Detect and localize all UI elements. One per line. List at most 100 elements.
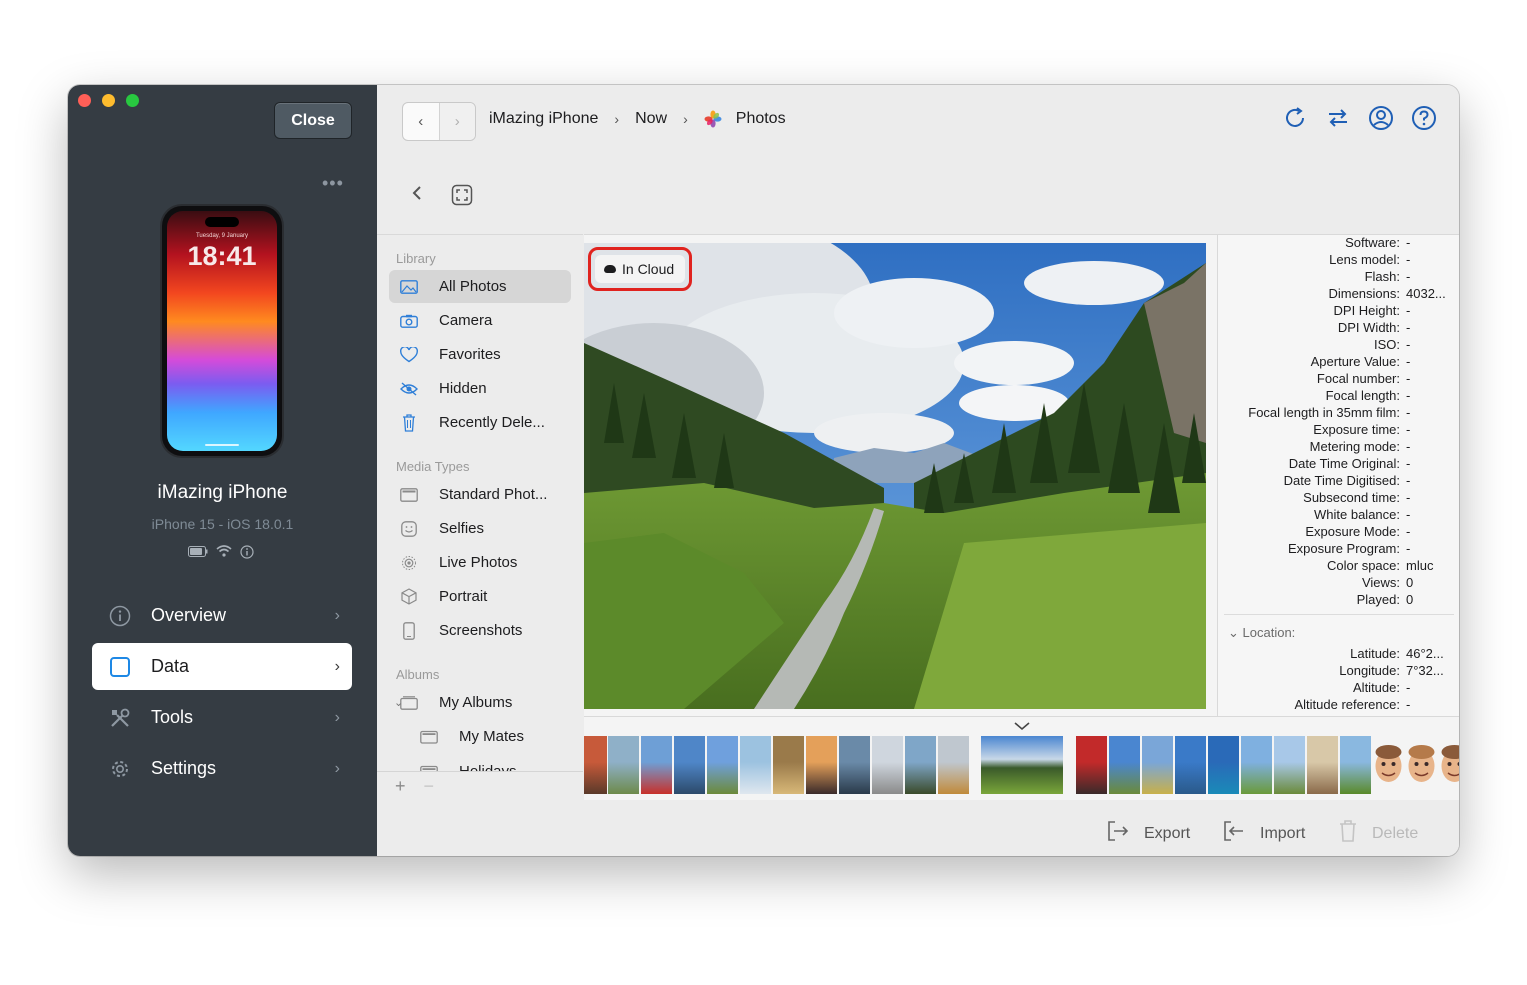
photo-thumbnail[interactable]: [905, 736, 936, 794]
metadata-row: Views: 0: [1218, 575, 1459, 592]
import-button[interactable]: Import: [1222, 819, 1305, 848]
photo-thumbnail[interactable]: [806, 736, 837, 794]
metadata-value: -: [1406, 680, 1411, 695]
memoji-thumbnail[interactable]: [1439, 736, 1459, 794]
library-item-my-albums[interactable]: ⌄ My Albums: [389, 686, 571, 719]
library-item-label: Camera: [439, 312, 493, 329]
photo-thumbnail[interactable]: [1307, 736, 1338, 794]
sidebar-item-data[interactable]: Data ›: [92, 643, 352, 690]
metadata-row: White balance: -: [1218, 507, 1459, 524]
location-section-toggle[interactable]: ⌄ Location:: [1228, 625, 1295, 641]
tools-icon: [109, 707, 131, 729]
library-item-live-photos[interactable]: Live Photos: [389, 546, 571, 579]
photo-thumbnail[interactable]: [773, 736, 804, 794]
library-scroll-clip: Holidays: [377, 755, 583, 772]
library-item-standard-photos[interactable]: Standard Phot...: [389, 478, 571, 511]
chevron-right-icon: ›: [334, 606, 340, 624]
help-icon[interactable]: [1411, 105, 1437, 131]
metadata-key: Dimensions:: [1328, 286, 1400, 301]
metadata-key: Exposure Program:: [1288, 541, 1400, 556]
library-item-portrait[interactable]: Portrait: [389, 580, 571, 613]
add-album-button[interactable]: +: [395, 776, 406, 797]
export-button[interactable]: Export: [1106, 819, 1190, 848]
photo-thumbnail[interactable]: [1208, 736, 1239, 794]
eye-slash-icon: [398, 381, 420, 396]
breadcrumb-device[interactable]: iMazing iPhone: [489, 110, 598, 128]
photo-thumbnail[interactable]: [1142, 736, 1173, 794]
library-item-hidden[interactable]: Hidden: [389, 372, 571, 405]
metadata-key: White balance:: [1314, 507, 1400, 522]
photo-thumbnail[interactable]: [872, 736, 903, 794]
photo-thumbnail[interactable]: [1109, 736, 1140, 794]
photo-thumbnail[interactable]: [674, 736, 705, 794]
chevron-down-icon[interactable]: [1014, 719, 1030, 734]
photo-back-button[interactable]: [411, 184, 423, 207]
window-minimize-dot[interactable]: [102, 94, 115, 107]
photo-thumbnail[interactable]: [1241, 736, 1272, 794]
chevron-right-icon: ›: [614, 111, 620, 127]
metadata-value: -: [1406, 405, 1411, 420]
sidebar-item-tools[interactable]: Tools ›: [92, 694, 352, 741]
library-item-holidays[interactable]: Holidays: [409, 755, 571, 772]
transfer-icon[interactable]: [1325, 105, 1351, 131]
history-nav: ‹ ›: [402, 102, 476, 141]
sidebar-item-label: Tools: [151, 707, 194, 727]
library-item-label: My Albums: [439, 694, 513, 711]
in-cloud-label: In Cloud: [622, 261, 675, 277]
lock-date: Tuesday, 9 January: [195, 233, 249, 239]
photo-thumbnail[interactable]: [641, 736, 672, 794]
landscape-photo[interactable]: [584, 243, 1206, 709]
photo-thumbnail[interactable]: [608, 736, 639, 794]
cube-icon: [398, 588, 420, 605]
remove-album-button[interactable]: −: [424, 776, 435, 797]
selected-photo-thumbnail[interactable]: [981, 736, 1063, 794]
location-heading: Location:: [1242, 625, 1296, 640]
window-close-dot[interactable]: [78, 94, 91, 107]
library-item-screenshots[interactable]: Screenshots: [389, 614, 571, 647]
window-zoom-dot[interactable]: [126, 94, 139, 107]
fullscreen-icon[interactable]: [451, 184, 473, 206]
photo-thumbnail[interactable]: [707, 736, 738, 794]
chevron-down-icon[interactable]: ⌄: [394, 696, 403, 709]
library-item-all-photos[interactable]: All Photos: [389, 270, 571, 303]
photo-thumbnail[interactable]: [740, 736, 771, 794]
close-button[interactable]: Close: [274, 102, 352, 139]
export-label: Export: [1144, 824, 1191, 842]
forward-button[interactable]: ›: [438, 103, 475, 140]
action-bar: Export Import Delete: [584, 800, 1459, 856]
library-item-recently-deleted[interactable]: Recently Dele...: [389, 406, 571, 439]
library-item-my-mates[interactable]: My Mates: [409, 720, 571, 753]
memoji-thumbnail[interactable]: [1373, 736, 1404, 794]
metadata-value: -: [1406, 388, 1411, 403]
photo-thumbnail[interactable]: [1274, 736, 1305, 794]
photo-thumbnail[interactable]: [1340, 736, 1371, 794]
delete-button[interactable]: Delete: [1338, 819, 1418, 848]
photo-thumbnail[interactable]: [1175, 736, 1206, 794]
sidebar-item-overview[interactable]: Overview ›: [92, 592, 352, 639]
library-item-favorites[interactable]: Favorites: [389, 338, 571, 371]
photo-thumbnail[interactable]: [1076, 736, 1107, 794]
photo-thumbnail[interactable]: [839, 736, 870, 794]
photo-thumbnail[interactable]: [584, 736, 607, 794]
info-circle-icon: [109, 605, 131, 627]
metadata-row: DPI Width: -: [1218, 320, 1459, 337]
more-options-icon[interactable]: •••: [322, 173, 344, 194]
account-icon[interactable]: [1368, 105, 1394, 131]
library-item-selfies[interactable]: Selfies: [389, 512, 571, 545]
metadata-row: Lens model: -: [1218, 252, 1459, 269]
metadata-value: -: [1406, 320, 1411, 335]
metadata-value: -: [1406, 235, 1411, 250]
metadata-row: Exposure time: -: [1218, 422, 1459, 439]
breadcrumb-photos[interactable]: Photos: [736, 110, 786, 128]
metadata-key: ISO:: [1373, 337, 1400, 352]
breadcrumb-backup[interactable]: Now: [635, 110, 667, 128]
library-item-camera[interactable]: Camera: [389, 304, 571, 337]
refresh-icon[interactable]: [1282, 105, 1308, 131]
photo-thumbnail[interactable]: [938, 736, 969, 794]
sidebar-item-settings[interactable]: Settings ›: [92, 745, 352, 792]
memoji-thumbnail[interactable]: [1406, 736, 1437, 794]
back-button[interactable]: ‹: [403, 103, 439, 140]
frame-icon: [398, 487, 420, 502]
info-icon[interactable]: [240, 545, 254, 562]
metadata-row: Color space: mluc: [1218, 558, 1459, 575]
